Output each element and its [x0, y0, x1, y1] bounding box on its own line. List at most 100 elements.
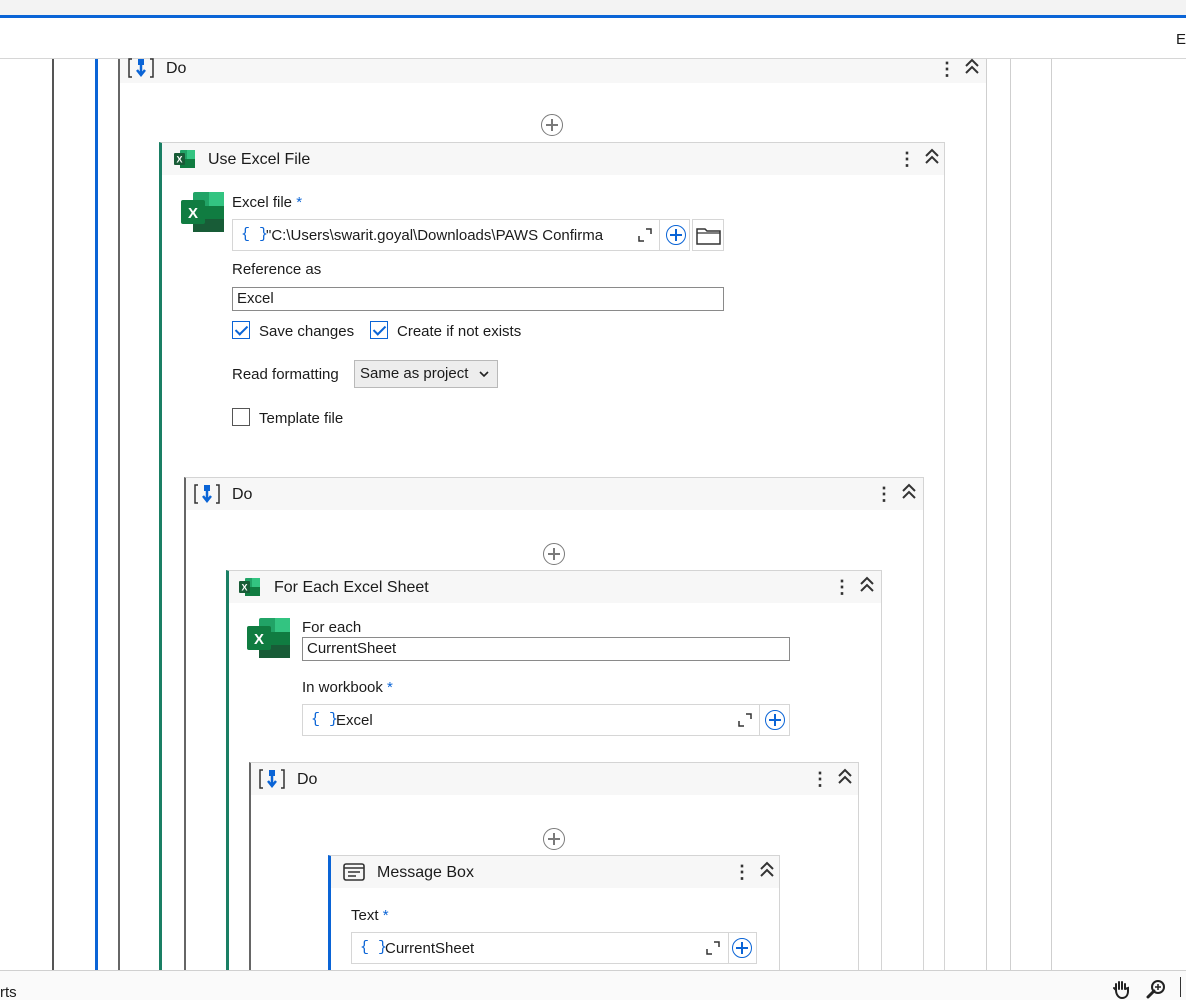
field-divider [728, 933, 729, 963]
required-mark: * [387, 679, 393, 696]
do-mid-header[interactable]: Do ⋮ [186, 478, 923, 510]
kebab-menu-icon[interactable]: ⋮ [811, 769, 821, 789]
do-outer-header[interactable]: Do ⋮ [120, 59, 986, 83]
excel-file-label-text: Excel file [232, 194, 292, 211]
expression-braces-icon: { } [241, 226, 268, 243]
collapse-icon[interactable] [836, 767, 854, 789]
sequence-icon [128, 57, 154, 84]
outer-right-border-2 [1051, 59, 1052, 970]
add-value-icon[interactable] [732, 938, 752, 958]
excel-large-icon: X [247, 617, 291, 659]
excel-icon: X [174, 149, 196, 169]
excel-large-icon: X [181, 191, 225, 233]
do-inner-header[interactable]: Do ⋮ [251, 763, 858, 795]
for-each-excel-sheet-title: For Each Excel Sheet [274, 579, 429, 597]
folder-icon [696, 226, 722, 246]
field-divider [659, 220, 660, 250]
create-if-not-exists-label: Create if not exists [397, 323, 521, 340]
hand-icon[interactable] [1111, 979, 1131, 1004]
add-value-icon[interactable] [666, 225, 686, 245]
add-activity-icon[interactable] [541, 114, 563, 136]
svg-text:X: X [188, 205, 198, 222]
svg-text:X: X [176, 155, 182, 165]
message-box-icon [343, 863, 365, 881]
in-workbook-expression-field[interactable]: { } Excel [302, 704, 790, 736]
zoom-icon[interactable] [1146, 979, 1166, 1004]
use-excel-file-title: Use Excel File [208, 151, 310, 169]
do-outer-title: Do [166, 60, 186, 78]
sequence-icon [259, 768, 285, 795]
excel-file-expression-field[interactable]: { } "C:\Users\swarit.goyal\Downloads\PAW… [232, 219, 690, 251]
read-formatting-label: Read formatting [232, 366, 339, 383]
template-file-label: Template file [259, 410, 343, 427]
for-each-input[interactable]: CurrentSheet [302, 637, 790, 661]
collapse-icon[interactable] [923, 147, 941, 169]
use-excel-file-header[interactable]: X Use Excel File ⋮ [162, 143, 944, 175]
collapse-icon[interactable] [758, 860, 776, 882]
collapse-icon[interactable] [963, 57, 981, 79]
collapse-icon[interactable] [900, 482, 918, 504]
reference-as-label: Reference as [232, 261, 321, 278]
in-workbook-value[interactable]: Excel [336, 712, 696, 729]
status-bar: rts [0, 970, 1186, 1000]
sequence-icon [194, 483, 220, 510]
field-divider [759, 705, 760, 735]
svg-text:X: X [241, 583, 247, 593]
use-excel-file-card[interactable]: X Use Excel File ⋮ X Excel file * { } "C… [159, 142, 945, 982]
expression-braces-icon: { } [311, 711, 338, 728]
do-inner-card[interactable]: Do ⋮ Message Box ⋮ [249, 762, 859, 992]
outer-right-border-1 [1010, 59, 1011, 970]
text-value[interactable]: CurrentSheet [385, 940, 685, 957]
required-mark: * [383, 907, 389, 924]
expand-icon[interactable] [706, 941, 720, 955]
kebab-menu-icon[interactable]: ⋮ [898, 149, 908, 169]
selected-scope-line [95, 59, 98, 970]
add-activity-icon[interactable] [543, 543, 565, 565]
message-box-title: Message Box [377, 864, 474, 882]
add-value-icon[interactable] [765, 710, 785, 730]
excel-icon: X [239, 577, 261, 597]
do-inner-title: Do [297, 771, 317, 789]
in-workbook-label: In workbook * [302, 679, 393, 696]
do-mid-card[interactable]: Do ⋮ X For Each Excel Sheet ⋮ X For each… [184, 477, 924, 977]
add-activity-icon[interactable] [543, 828, 565, 850]
toolbar-edge-text: E [1176, 31, 1186, 48]
for-each-excel-sheet-card[interactable]: X For Each Excel Sheet ⋮ X For each Curr… [226, 570, 882, 990]
title-bar [0, 0, 1186, 18]
expand-icon[interactable] [638, 228, 652, 242]
message-box-header[interactable]: Message Box ⋮ [331, 856, 779, 888]
kebab-menu-icon[interactable]: ⋮ [938, 59, 948, 79]
outer-scope-line [52, 59, 54, 970]
text-expression-field[interactable]: { } CurrentSheet [351, 932, 757, 964]
for-each-excel-sheet-header[interactable]: X For Each Excel Sheet ⋮ [229, 571, 881, 603]
save-changes-checkbox[interactable] [232, 321, 250, 339]
svg-text:X: X [254, 631, 264, 648]
text-label-text: Text [351, 907, 379, 924]
kebab-menu-icon[interactable]: ⋮ [875, 484, 885, 504]
do-scope-line [118, 59, 120, 970]
required-mark: * [296, 194, 302, 211]
read-formatting-value: Same as project [360, 365, 468, 382]
collapse-icon[interactable] [858, 575, 876, 597]
template-file-checkbox[interactable] [232, 408, 250, 426]
read-formatting-dropdown[interactable]: Same as project [354, 360, 498, 388]
status-divider [1180, 977, 1181, 997]
kebab-menu-icon[interactable]: ⋮ [833, 577, 843, 597]
text-label: Text * [351, 907, 389, 924]
reference-as-input[interactable]: Excel [232, 287, 724, 311]
for-each-label: For each [302, 619, 361, 636]
status-left-text: rts [0, 984, 17, 1001]
in-workbook-label-text: In workbook [302, 679, 383, 696]
save-changes-label: Save changes [259, 323, 354, 340]
excel-file-value[interactable]: "C:\Users\swarit.goyal\Downloads\PAWS Co… [266, 227, 626, 244]
create-if-not-exists-checkbox[interactable] [370, 321, 388, 339]
browse-folder-button[interactable] [692, 219, 724, 251]
expand-icon[interactable] [738, 713, 752, 727]
do-right-border [986, 59, 987, 970]
kebab-menu-icon[interactable]: ⋮ [733, 862, 743, 882]
expression-braces-icon: { } [360, 939, 387, 956]
do-mid-title: Do [232, 486, 252, 504]
toolbar-row: E [0, 21, 1186, 59]
chevron-down-icon [479, 371, 489, 379]
excel-file-label: Excel file * [232, 194, 302, 211]
